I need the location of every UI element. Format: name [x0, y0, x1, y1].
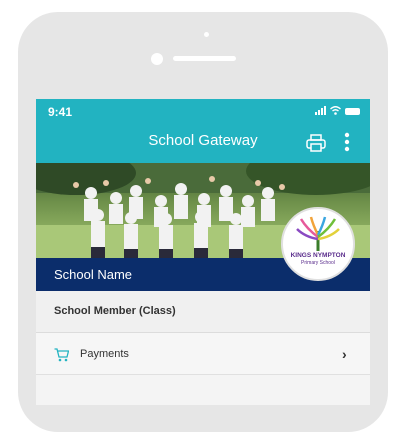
- battery-icon: [345, 108, 360, 115]
- wifi-icon: [330, 106, 341, 115]
- status-time: 9:41: [48, 105, 73, 119]
- cart-icon: [54, 348, 69, 362]
- logo-subtitle: Primary School: [301, 260, 335, 266]
- school-logo: KINGS NYMPTON Primary School: [281, 207, 355, 281]
- status-icons: [315, 106, 360, 115]
- logo-title: KINGS NYMPTON: [290, 252, 346, 259]
- sensor-dot: [204, 32, 209, 37]
- front-camera: [151, 53, 163, 65]
- chevron-right-icon: ›: [342, 346, 347, 362]
- more-options-icon[interactable]: [342, 132, 352, 152]
- app-screen: 9:41 School Gateway School Name KINGS NY…: [36, 99, 370, 405]
- app-header: 9:41 School Gateway: [36, 99, 370, 163]
- speaker-grille: [173, 56, 236, 61]
- signal-icon: [315, 106, 326, 115]
- menu-item-payments[interactable]: Payments ›: [36, 333, 370, 375]
- school-member-row[interactable]: School Member (Class): [36, 291, 370, 333]
- school-member-label: School Member (Class): [54, 305, 176, 317]
- school-name: School Name: [54, 267, 133, 282]
- printer-icon[interactable]: [306, 134, 326, 152]
- payments-label: Payments: [80, 348, 129, 360]
